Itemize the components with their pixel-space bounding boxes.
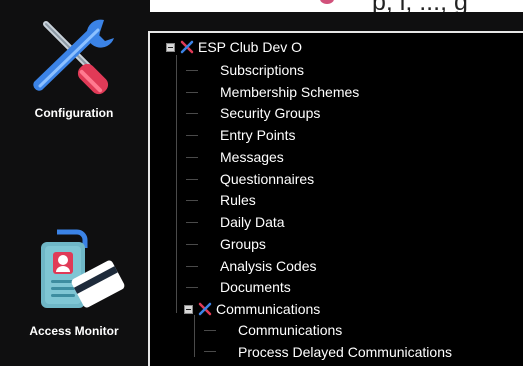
tree-connector [186, 135, 198, 136]
tree-connector [186, 266, 198, 267]
tree-connector [194, 315, 195, 357]
tree-connector [186, 179, 198, 180]
tree-item-label: Process Delayed Communications [238, 344, 452, 360]
tree-item-security-groups[interactable]: Security Groups [220, 103, 320, 123]
tree-item-messages[interactable]: Messages [220, 147, 284, 167]
tree-item-label: Analysis Codes [220, 258, 317, 274]
tree-item-process-delayed-communications[interactable]: Process Delayed Communications [238, 342, 452, 362]
tree-item-label: Questionnaires [220, 171, 315, 187]
top-toolbar-strip: p, i, ..., g [150, 0, 523, 12]
tree-item-communications[interactable]: Communications [238, 320, 342, 340]
tree-item-questionnaires[interactable]: Questionnaires [220, 169, 314, 189]
tree-connector [186, 244, 198, 245]
tree-node-communications[interactable]: Communications [184, 299, 320, 319]
tree-connector [186, 200, 198, 201]
configuration-label: Configuration [34, 106, 114, 120]
tree-item-membership-schemes[interactable]: Membership Schemes [220, 82, 359, 102]
id-badge-card-icon [41, 229, 125, 308]
tree-connector [176, 55, 177, 313]
tree-connector [204, 351, 216, 352]
tools-icon [180, 40, 194, 54]
tree-item-label: Entry Points [220, 127, 296, 143]
tree-item-daily-data[interactable]: Daily Data [220, 212, 285, 232]
tree-item-entry-points[interactable]: Entry Points [220, 125, 295, 145]
tree-item-label: Rules [220, 192, 256, 208]
tree-item-groups[interactable]: Groups [220, 234, 266, 254]
tree-item-label: Messages [220, 149, 284, 165]
tree-item-label: Groups [220, 236, 266, 252]
tree-item-label: Membership Schemes [220, 84, 360, 100]
tree-root-label: ESP Club Dev O [198, 39, 303, 55]
tree-item-label: Daily Data [220, 214, 285, 230]
tree-item-label: Security Groups [220, 105, 321, 121]
top-strip-text: p, i, ..., g [372, 0, 468, 12]
wrench-screwdriver-icon [33, 19, 114, 95]
tools-icon [198, 302, 212, 316]
tree-node-label: Communications [216, 301, 321, 317]
tree-item-rules[interactable]: Rules [220, 190, 256, 210]
tree-connector [186, 70, 198, 71]
tree-item-label: Communications [238, 322, 343, 338]
configuration-module[interactable]: Configuration [0, 12, 148, 120]
access-monitor-label: Access Monitor [29, 324, 119, 338]
tree-root-node[interactable]: ESP Club Dev O [166, 37, 302, 57]
tree-item-label: Documents [220, 279, 291, 295]
collapse-toggle-icon[interactable] [166, 42, 175, 52]
collapse-toggle-icon[interactable] [184, 304, 193, 314]
tree-connector [186, 222, 198, 223]
status-dot-icon [320, 0, 334, 4]
tree-connector [204, 330, 216, 331]
tree-item-analysis-codes[interactable]: Analysis Codes [220, 256, 317, 276]
tree-item-subscriptions[interactable]: Subscriptions [220, 60, 304, 80]
tree-connector [186, 113, 198, 114]
tree-item-documents[interactable]: Documents [220, 277, 291, 297]
access-monitor-module[interactable]: Access Monitor [0, 228, 148, 338]
tree-connector [186, 92, 198, 93]
tree-connector [186, 157, 198, 158]
tree-item-label: Subscriptions [220, 62, 305, 78]
navigation-tree-panel: ESP Club Dev O Subscriptions Membership … [148, 31, 523, 366]
tree-connector [186, 287, 198, 288]
